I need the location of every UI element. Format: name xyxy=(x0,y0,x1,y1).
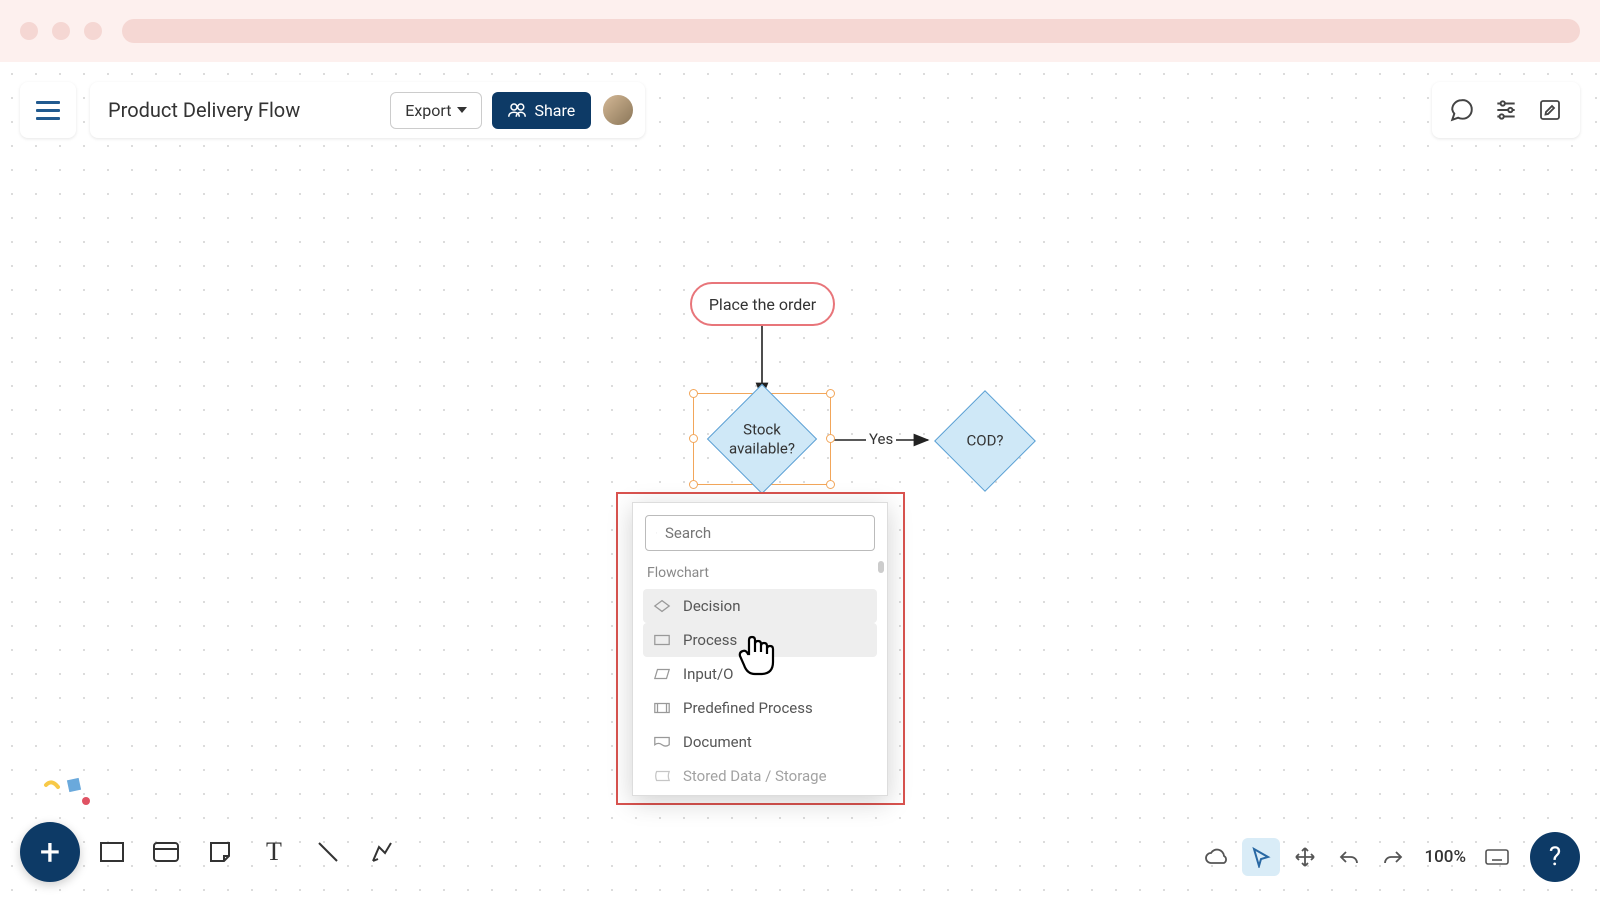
add-button[interactable]: + xyxy=(20,822,80,882)
export-label: Export xyxy=(405,101,451,120)
browser-chrome xyxy=(0,0,1600,62)
hamburger-icon xyxy=(36,101,60,120)
share-button[interactable]: Share xyxy=(492,92,591,129)
picker-search[interactable] xyxy=(645,515,875,551)
text-tool[interactable]: T xyxy=(252,830,296,874)
pan-tool[interactable] xyxy=(1286,838,1324,876)
pen-icon xyxy=(369,839,395,865)
keyboard-icon xyxy=(1484,848,1510,866)
card-icon xyxy=(152,841,180,863)
search-icon xyxy=(656,525,657,541)
settings-button[interactable] xyxy=(1484,88,1528,132)
chevron-down-icon xyxy=(457,107,467,113)
node-cod[interactable]: COD? xyxy=(920,397,1050,485)
search-input[interactable] xyxy=(665,524,864,542)
node-start[interactable]: Place the order xyxy=(690,282,835,326)
line-icon xyxy=(315,839,341,865)
title-bar: Product Delivery Flow Export Share xyxy=(90,82,645,138)
edge-label-yes: Yes xyxy=(866,430,896,448)
picker-item-process[interactable]: Process xyxy=(643,623,877,657)
avatar[interactable] xyxy=(601,93,635,127)
comments-button[interactable] xyxy=(1440,88,1484,132)
menu-button[interactable] xyxy=(20,82,76,138)
scrollbar-thumb[interactable] xyxy=(878,561,884,573)
note-tool[interactable] xyxy=(198,830,242,874)
window-dot xyxy=(84,22,102,40)
help-button[interactable]: ? xyxy=(1530,832,1580,882)
rectangle-icon xyxy=(99,841,125,863)
people-icon xyxy=(508,102,526,118)
bottom-left-toolbar: + T xyxy=(20,822,404,882)
diamond-icon xyxy=(653,599,671,613)
redo-icon xyxy=(1382,848,1404,866)
sliders-icon xyxy=(1493,97,1519,123)
line-tool[interactable] xyxy=(306,830,350,874)
resize-handle[interactable] xyxy=(826,434,835,443)
picker-item-storage[interactable]: Stored Data / Storage xyxy=(643,759,877,793)
cloud-sync-button[interactable] xyxy=(1198,838,1236,876)
text-icon: T xyxy=(266,837,282,867)
redo-button[interactable] xyxy=(1374,838,1412,876)
export-button[interactable]: Export xyxy=(390,92,482,129)
window-dot xyxy=(20,22,38,40)
resize-handle[interactable] xyxy=(826,480,835,489)
predefined-icon xyxy=(653,701,671,715)
undo-icon xyxy=(1338,848,1360,866)
card-tool[interactable] xyxy=(144,830,188,874)
picker-category: Flowchart xyxy=(633,565,887,589)
document-icon xyxy=(653,735,671,749)
edit-button[interactable] xyxy=(1528,88,1572,132)
picker-item-document[interactable]: Document xyxy=(643,725,877,759)
document-title[interactable]: Product Delivery Flow xyxy=(108,98,380,122)
move-icon xyxy=(1294,846,1316,868)
cloud-icon xyxy=(1204,847,1230,867)
node-stock[interactable]: Stockavailable? xyxy=(697,394,827,484)
share-label: Share xyxy=(534,101,575,120)
window-dot xyxy=(52,22,70,40)
storage-icon xyxy=(653,769,671,783)
resize-handle[interactable] xyxy=(826,389,835,398)
zoom-level[interactable]: 100% xyxy=(1418,847,1472,867)
pointer-icon xyxy=(1250,846,1272,868)
sparkle-icon xyxy=(38,775,94,822)
edit-icon xyxy=(1538,98,1562,122)
top-right-toolbar xyxy=(1432,82,1580,138)
address-bar xyxy=(122,19,1580,43)
note-icon xyxy=(208,840,232,864)
pen-tool[interactable] xyxy=(360,830,404,874)
canvas[interactable]: Product Delivery Flow Export Share xyxy=(0,62,1600,900)
parallelogram-icon xyxy=(653,667,671,681)
bottom-right-toolbar: 100% ? xyxy=(1198,832,1580,882)
plus-icon: + xyxy=(40,831,60,873)
shape-picker[interactable]: Flowchart Decision Process Input/O Prede… xyxy=(632,502,888,796)
picker-item-input[interactable]: Input/O xyxy=(643,657,877,691)
keyboard-button[interactable] xyxy=(1478,838,1516,876)
rectangle-tool[interactable] xyxy=(90,830,134,874)
undo-button[interactable] xyxy=(1330,838,1368,876)
rect-icon xyxy=(653,633,671,647)
chat-icon xyxy=(1449,97,1475,123)
pointer-tool[interactable] xyxy=(1242,838,1280,876)
picker-item-predefined[interactable]: Predefined Process xyxy=(643,691,877,725)
question-icon: ? xyxy=(1549,842,1561,872)
picker-item-decision[interactable]: Decision xyxy=(643,589,877,623)
